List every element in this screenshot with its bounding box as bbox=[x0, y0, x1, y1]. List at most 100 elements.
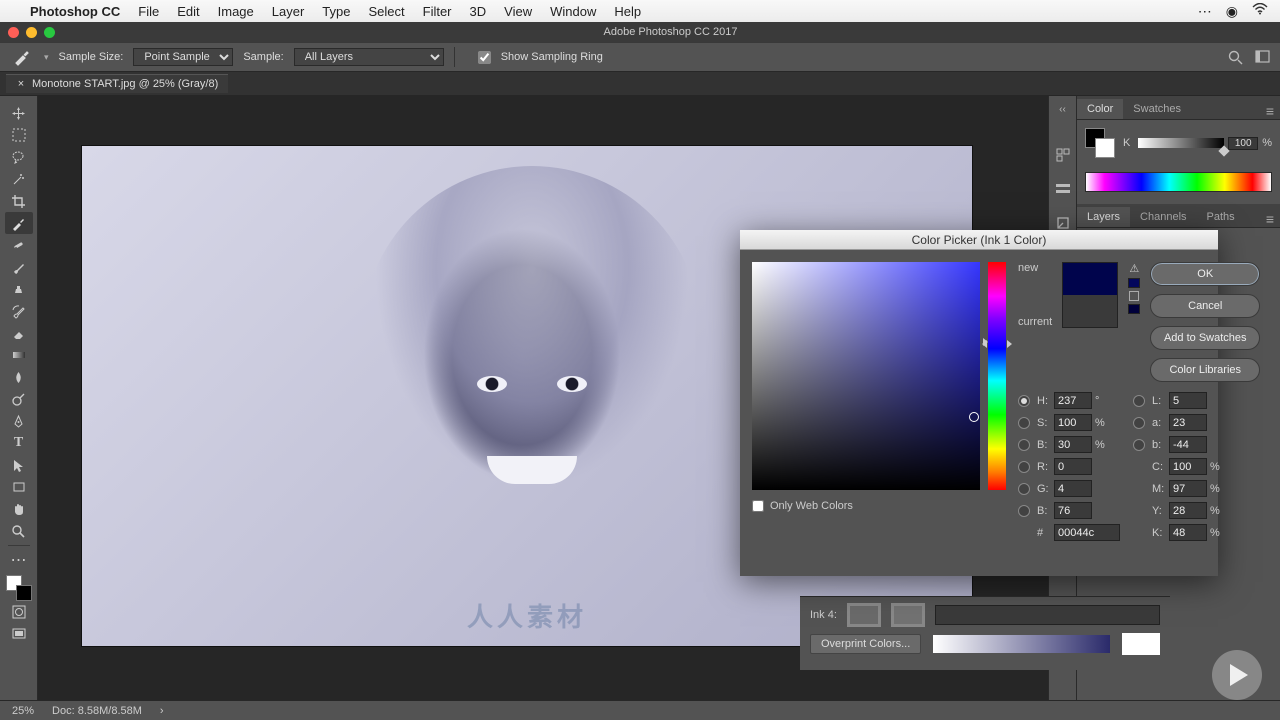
lab-b-radio[interactable] bbox=[1133, 439, 1145, 451]
eraser-tool-icon[interactable] bbox=[5, 322, 33, 344]
k-input-picker[interactable] bbox=[1169, 524, 1207, 541]
h-input[interactable] bbox=[1054, 392, 1092, 409]
r-input[interactable] bbox=[1054, 458, 1092, 475]
document-tab[interactable]: × Monotone START.jpg @ 25% (Gray/8) bbox=[6, 74, 228, 93]
menu-edit[interactable]: Edit bbox=[177, 4, 199, 19]
type-tool-icon[interactable]: T bbox=[5, 432, 33, 454]
panel-expand-icon[interactable]: ‹‹ bbox=[1059, 104, 1066, 115]
rectangle-tool-icon[interactable] bbox=[5, 476, 33, 498]
menu-window[interactable]: Window bbox=[550, 4, 596, 19]
marquee-tool-icon[interactable] bbox=[5, 124, 33, 146]
menu-filter[interactable]: Filter bbox=[423, 4, 452, 19]
a-radio[interactable] bbox=[1133, 417, 1145, 429]
color-fg-bg-swatch[interactable] bbox=[1085, 128, 1115, 158]
websafe-warning-icon[interactable] bbox=[1129, 291, 1139, 301]
r-radio[interactable] bbox=[1018, 461, 1030, 473]
color-preview[interactable] bbox=[1062, 262, 1118, 328]
color-spectrum[interactable] bbox=[1085, 172, 1272, 192]
hand-tool-icon[interactable] bbox=[5, 498, 33, 520]
crop-tool-icon[interactable] bbox=[5, 190, 33, 212]
zoom-tool-icon[interactable] bbox=[5, 520, 33, 542]
zoom-level[interactable]: 25% bbox=[12, 705, 34, 717]
menu-image[interactable]: Image bbox=[218, 4, 254, 19]
a-input[interactable] bbox=[1169, 414, 1207, 431]
menu-help[interactable]: Help bbox=[614, 4, 641, 19]
s-input[interactable] bbox=[1054, 414, 1092, 431]
edit-toolbar-icon[interactable]: ⋯ bbox=[5, 549, 33, 571]
app-menu[interactable]: Photoshop CC bbox=[30, 4, 120, 19]
search-icon[interactable] bbox=[1228, 50, 1243, 65]
c-input[interactable] bbox=[1169, 458, 1207, 475]
m-input[interactable] bbox=[1169, 480, 1207, 497]
rgb-b-radio[interactable] bbox=[1018, 505, 1030, 517]
ok-button[interactable]: OK bbox=[1150, 262, 1260, 286]
paths-panel-tab[interactable]: Paths bbox=[1197, 207, 1245, 227]
close-window-icon[interactable] bbox=[8, 27, 19, 38]
hsb-b-input[interactable] bbox=[1054, 436, 1092, 453]
pen-tool-icon[interactable] bbox=[5, 410, 33, 432]
quick-mask-icon[interactable] bbox=[5, 601, 33, 623]
hex-input[interactable] bbox=[1054, 524, 1120, 541]
ink4-curve-swatch[interactable] bbox=[847, 603, 881, 627]
color-libraries-button[interactable]: Color Libraries bbox=[1150, 358, 1260, 382]
fg-bg-swatch[interactable] bbox=[6, 575, 32, 601]
lab-b-input[interactable] bbox=[1169, 436, 1207, 453]
rgb-b-input[interactable] bbox=[1054, 502, 1092, 519]
layers-panel-tab[interactable]: Layers bbox=[1077, 207, 1130, 227]
add-to-swatches-button[interactable]: Add to Swatches bbox=[1150, 326, 1260, 350]
brushes-panel-icon[interactable] bbox=[1055, 181, 1071, 197]
screen-mode-icon[interactable] bbox=[5, 623, 33, 645]
cancel-button[interactable]: Cancel bbox=[1150, 294, 1260, 318]
channels-panel-tab[interactable]: Channels bbox=[1130, 207, 1196, 227]
magic-wand-tool-icon[interactable] bbox=[5, 168, 33, 190]
video-play-button-icon[interactable] bbox=[1212, 650, 1262, 700]
close-tab-icon[interactable]: × bbox=[16, 78, 26, 90]
sample-size-select[interactable]: Point Sample bbox=[133, 48, 233, 66]
y-input[interactable] bbox=[1169, 502, 1207, 519]
move-tool-icon[interactable] bbox=[5, 102, 33, 124]
workspace-icon[interactable] bbox=[1255, 50, 1270, 65]
menu-view[interactable]: View bbox=[504, 4, 532, 19]
menu-select[interactable]: Select bbox=[368, 4, 404, 19]
ink4-color-swatch[interactable] bbox=[891, 603, 925, 627]
doc-size[interactable]: Doc: 8.58M/8.58M bbox=[52, 705, 142, 717]
g-input[interactable] bbox=[1054, 480, 1092, 497]
dodge-tool-icon[interactable] bbox=[5, 388, 33, 410]
minimize-window-icon[interactable] bbox=[26, 27, 37, 38]
k-slider[interactable] bbox=[1138, 138, 1224, 148]
gradient-tool-icon[interactable] bbox=[5, 344, 33, 366]
dialog-title[interactable]: Color Picker (Ink 1 Color) bbox=[740, 230, 1218, 250]
menu-3d[interactable]: 3D bbox=[470, 4, 487, 19]
h-radio[interactable] bbox=[1018, 395, 1030, 407]
show-sampling-ring-checkbox[interactable] bbox=[478, 51, 491, 64]
menu-layer[interactable]: Layer bbox=[272, 4, 305, 19]
gamut-closest-swatch[interactable] bbox=[1128, 278, 1140, 288]
blur-tool-icon[interactable] bbox=[5, 366, 33, 388]
sample-select[interactable]: All Layers bbox=[294, 48, 444, 66]
b-radio[interactable] bbox=[1018, 439, 1030, 451]
eye-sync-icon[interactable]: ◉ bbox=[1226, 3, 1238, 20]
panel-menu-icon[interactable]: ≡ bbox=[1260, 103, 1280, 119]
l-input[interactable] bbox=[1169, 392, 1207, 409]
eyedropper-tool-icon[interactable] bbox=[5, 212, 33, 234]
healing-brush-tool-icon[interactable] bbox=[5, 234, 33, 256]
menu-file[interactable]: File bbox=[138, 4, 159, 19]
status-menu-chevron-icon[interactable]: › bbox=[160, 705, 164, 717]
history-brush-tool-icon[interactable] bbox=[5, 300, 33, 322]
overprint-colors-button[interactable]: Overprint Colors... bbox=[810, 634, 921, 654]
lasso-tool-icon[interactable] bbox=[5, 146, 33, 168]
ink4-name-input[interactable] bbox=[935, 605, 1160, 625]
only-web-colors-checkbox[interactable] bbox=[752, 500, 764, 512]
l-radio[interactable] bbox=[1133, 395, 1145, 407]
path-selection-tool-icon[interactable] bbox=[5, 454, 33, 476]
menu-extra-icon[interactable]: ⋯ bbox=[1198, 3, 1212, 20]
eyedropper-tool-icon[interactable] bbox=[10, 45, 34, 69]
wifi-icon[interactable] bbox=[1252, 3, 1268, 20]
clone-stamp-tool-icon[interactable] bbox=[5, 278, 33, 300]
gamut-warning-icon[interactable]: ⚠ bbox=[1129, 262, 1139, 275]
swatches-panel-tab[interactable]: Swatches bbox=[1123, 99, 1191, 119]
websafe-closest-swatch[interactable] bbox=[1128, 304, 1140, 314]
menu-type[interactable]: Type bbox=[322, 4, 350, 19]
color-panel-tab[interactable]: Color bbox=[1077, 99, 1123, 119]
tool-preset-chevron-icon[interactable]: ▾ bbox=[44, 52, 49, 63]
